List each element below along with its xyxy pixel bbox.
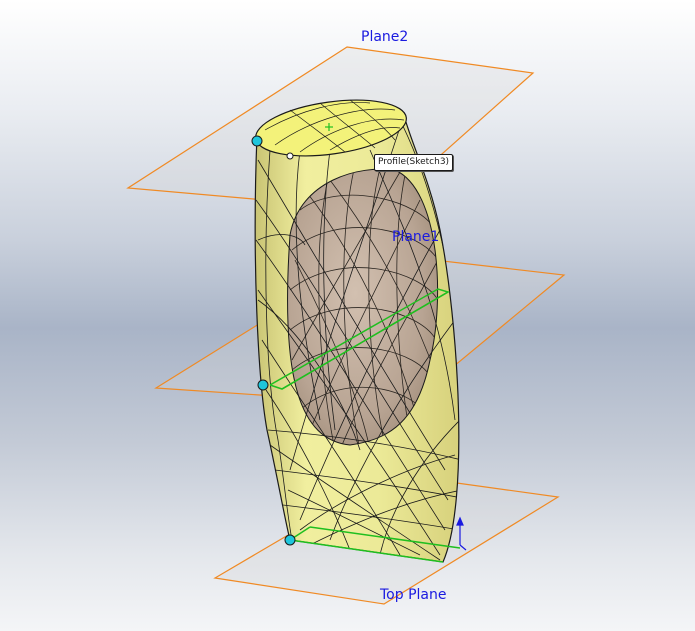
sketch-point-icon[interactable]	[286, 152, 294, 160]
profile-tooltip: Profile(Sketch3)	[374, 154, 454, 171]
sketch-point-icon[interactable]	[257, 379, 269, 391]
plane2-label[interactable]: Plane2	[361, 29, 408, 45]
graphics-viewport[interactable]: Plane2 Plane1 Top Plane Profile(Sketch3)	[0, 0, 695, 631]
top-plane-label[interactable]: Top Plane	[380, 587, 446, 603]
plane1-label[interactable]: Plane1	[392, 229, 439, 245]
model-scene[interactable]	[0, 0, 695, 631]
sketch-point-icon[interactable]	[284, 534, 296, 546]
sketch-point-icon[interactable]	[251, 135, 263, 147]
